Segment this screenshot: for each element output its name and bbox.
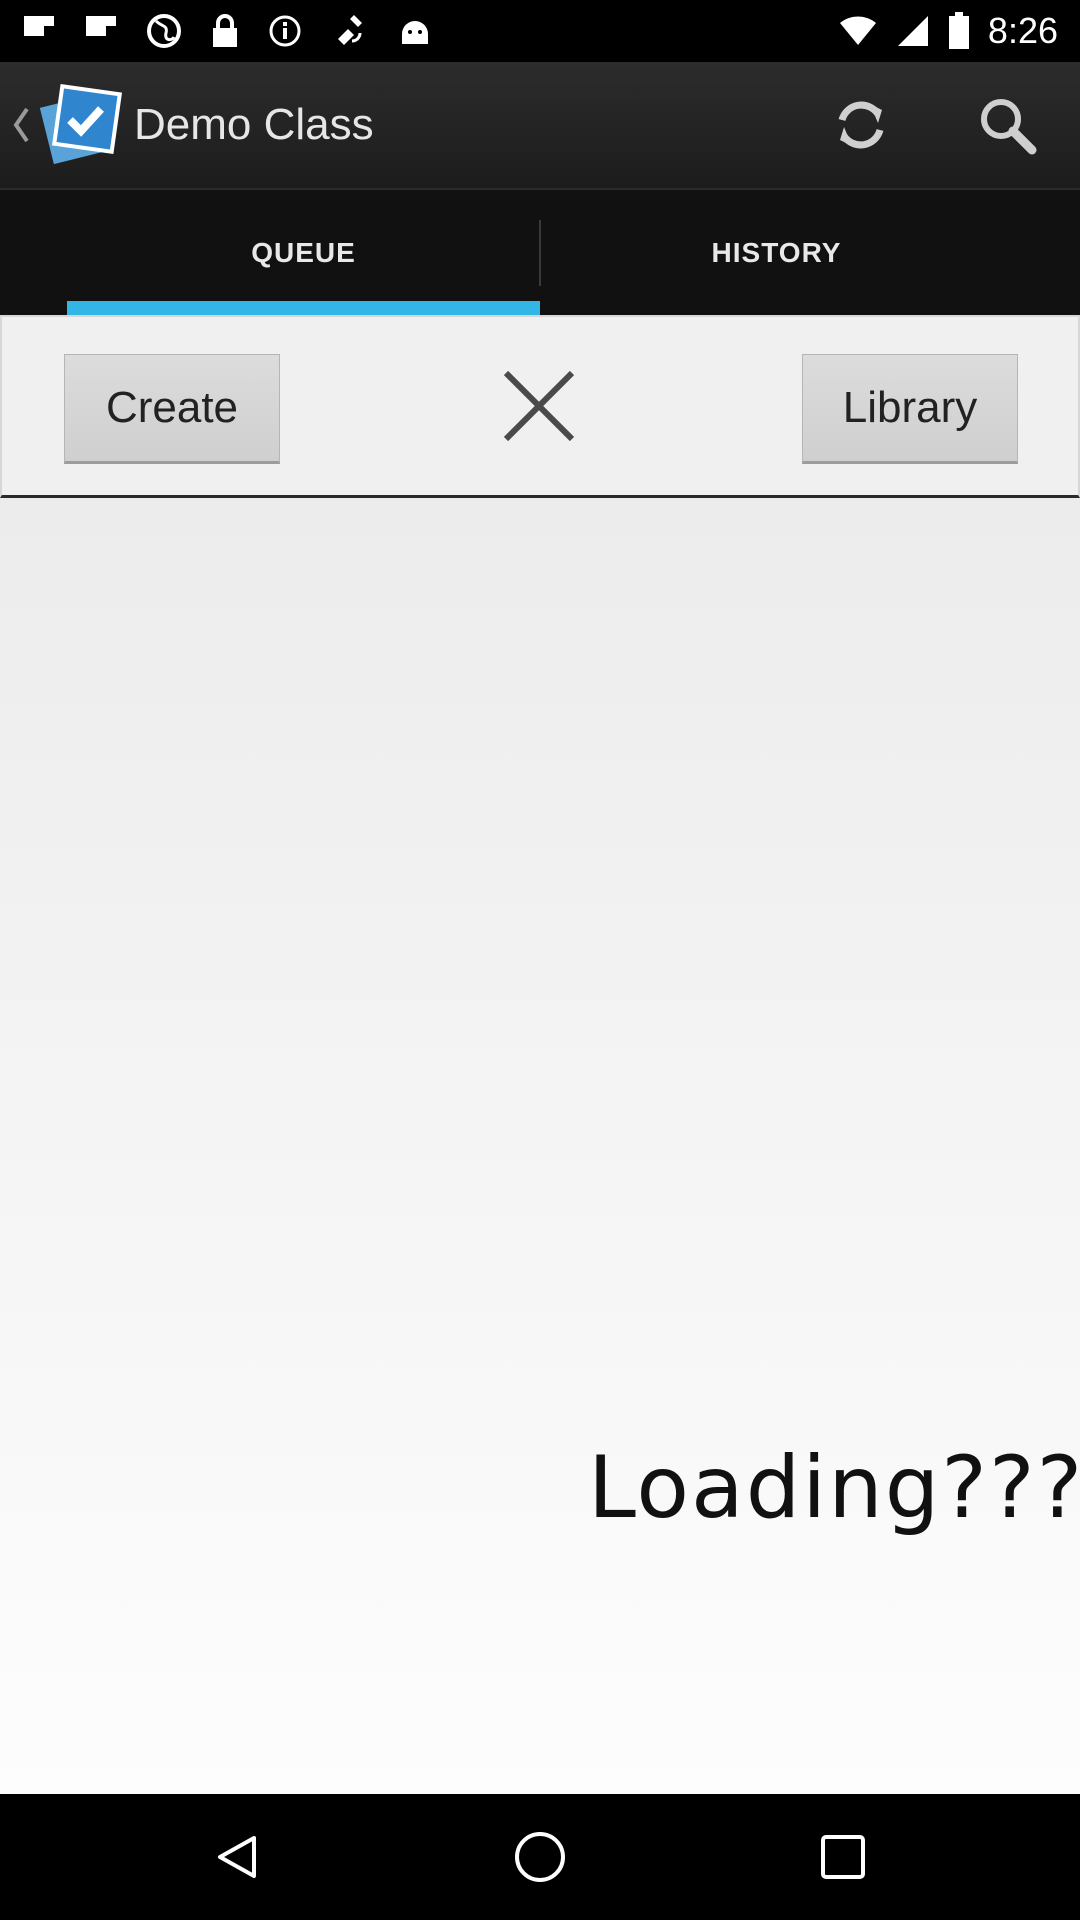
page-title: Demo Class bbox=[134, 100, 374, 149]
clock: 8:26 bbox=[987, 10, 1058, 51]
lock-icon bbox=[213, 14, 237, 47]
close-button[interactable] bbox=[498, 365, 580, 447]
status-bar: 8:26 bbox=[0, 0, 1080, 62]
flipboard-icon bbox=[86, 16, 116, 36]
android-icon bbox=[402, 21, 428, 44]
library-button[interactable]: Library bbox=[802, 354, 1018, 464]
up-navigation[interactable] bbox=[6, 105, 36, 145]
close-icon bbox=[503, 370, 575, 442]
tab-history[interactable]: HISTORY bbox=[540, 190, 1013, 315]
recent-apps-icon bbox=[821, 1835, 865, 1879]
home-button[interactable] bbox=[460, 1794, 620, 1920]
create-button[interactable]: Create bbox=[64, 354, 280, 464]
home-icon bbox=[515, 1832, 565, 1882]
signal-icon bbox=[897, 16, 928, 46]
action-bar: Demo Class bbox=[0, 62, 1080, 188]
tab-selected-indicator bbox=[67, 301, 540, 315]
refresh-button[interactable] bbox=[788, 62, 934, 188]
checkmark-icon bbox=[39, 83, 123, 165]
back-icon bbox=[218, 1836, 256, 1878]
loading-text: Loading??? bbox=[588, 1438, 1080, 1538]
chevron-left-icon bbox=[13, 107, 29, 143]
search-button[interactable] bbox=[934, 62, 1080, 188]
tab-bar: QUEUE HISTORY bbox=[0, 188, 1080, 315]
search-icon bbox=[981, 99, 1037, 155]
info-icon bbox=[269, 15, 301, 47]
back-button[interactable] bbox=[157, 1794, 317, 1920]
globe-icon bbox=[147, 14, 181, 48]
content-area: Loading??? bbox=[0, 498, 1080, 1794]
recent-apps-button[interactable] bbox=[763, 1794, 923, 1920]
tab-queue[interactable]: QUEUE bbox=[67, 190, 540, 315]
satellite-icon bbox=[338, 15, 362, 45]
navigation-bar bbox=[0, 1794, 1080, 1920]
refresh-icon bbox=[838, 101, 884, 149]
wifi-icon bbox=[839, 16, 876, 45]
battery-icon bbox=[948, 12, 969, 49]
app-logo[interactable] bbox=[38, 82, 124, 168]
flipboard-icon bbox=[24, 16, 54, 36]
